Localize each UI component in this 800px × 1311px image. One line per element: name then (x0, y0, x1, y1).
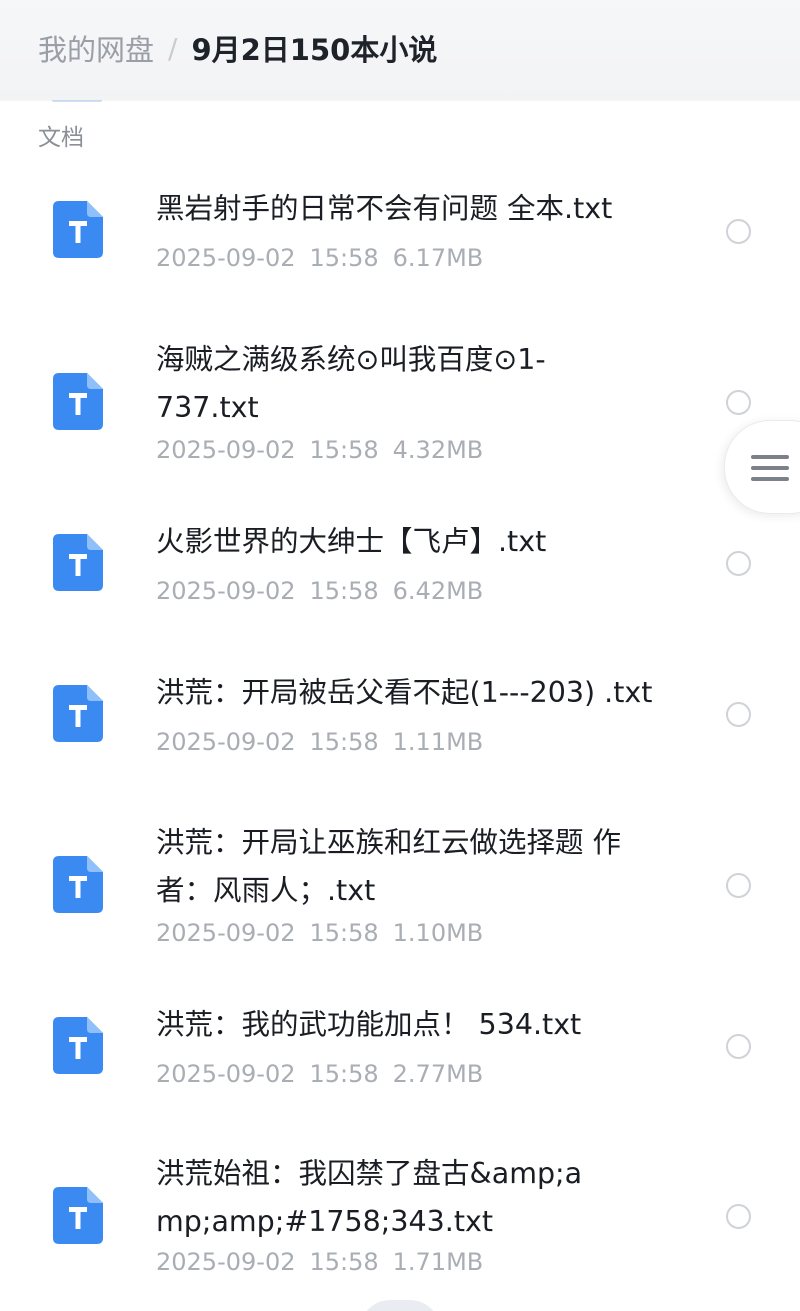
file-time: 15:58 (309, 436, 379, 464)
breadcrumb-separator: / (168, 31, 178, 65)
file-time: 15:58 (309, 1060, 379, 1088)
file-list-screen: 我的网盘 / 9月2日150本小说 文档 黑岩射手的日常不会有问题 全本.txt… (0, 0, 800, 1311)
file-meta: 2025-09-02 15:58 6.17MB (156, 244, 483, 272)
select-radio[interactable] (726, 702, 751, 727)
txt-file-icon (53, 201, 103, 258)
txt-file-icon (53, 534, 103, 591)
breadcrumb: 我的网盘 / 9月2日150本小说 (38, 28, 437, 68)
file-date: 2025-09-02 (156, 577, 296, 605)
file-time: 15:58 (309, 1248, 379, 1276)
file-date: 2025-09-02 (156, 919, 296, 947)
file-date: 2025-09-02 (156, 1248, 296, 1276)
file-time: 15:58 (309, 728, 379, 756)
txt-file-icon (53, 685, 103, 742)
file-size: 1.71MB (392, 1248, 484, 1276)
file-name: 海贼之满级系统⊙叫我百度⊙1-737.txt (156, 343, 546, 424)
select-radio[interactable] (726, 1034, 751, 1059)
file-date: 2025-09-02 (156, 1060, 296, 1088)
select-radio[interactable] (726, 390, 751, 415)
file-meta: 2025-09-02 15:58 4.32MB (156, 436, 483, 464)
menu-icon (751, 455, 789, 459)
file-meta: 2025-09-02 15:58 1.11MB (156, 728, 483, 756)
section-label-documents: 文档 (38, 125, 84, 151)
txt-file-icon (53, 1187, 103, 1244)
file-name: 洪荒：我的武功能加点！ 534.txt (156, 1008, 582, 1041)
file-size: 1.10MB (392, 919, 484, 947)
txt-file-icon (53, 373, 103, 430)
file-date: 2025-09-02 (156, 728, 296, 756)
txt-file-icon (53, 856, 103, 913)
breadcrumb-root[interactable]: 我的网盘 (38, 27, 154, 69)
file-meta: 2025-09-02 15:58 6.42MB (156, 577, 483, 605)
file-name: 火影世界的大绅士【飞卢】.txt (156, 525, 547, 558)
file-date: 2025-09-02 (156, 244, 296, 272)
breadcrumb-current-folder: 9月2日150本小说 (191, 33, 438, 67)
bottom-action-handle[interactable] (360, 1300, 440, 1311)
file-size: 2.77MB (392, 1060, 484, 1088)
select-radio[interactable] (726, 551, 751, 576)
file-name: 洪荒：开局让巫族和红云做选择题 作者：风雨人；.txt (156, 826, 622, 907)
file-meta: 2025-09-02 15:58 2.77MB (156, 1060, 483, 1088)
select-radio[interactable] (726, 1204, 751, 1229)
file-time: 15:58 (309, 577, 379, 605)
file-meta: 2025-09-02 15:58 1.10MB (156, 919, 483, 947)
file-time: 15:58 (309, 244, 379, 272)
select-radio[interactable] (726, 219, 751, 244)
file-name: 黑岩射手的日常不会有问题 全本.txt (156, 192, 613, 225)
file-time: 15:58 (309, 919, 379, 947)
menu-icon-line (751, 466, 789, 470)
file-size: 6.42MB (392, 577, 484, 605)
floating-menu-button[interactable] (724, 420, 800, 514)
txt-file-icon (53, 1017, 103, 1074)
file-size: 6.17MB (392, 244, 484, 272)
file-meta: 2025-09-02 15:58 1.71MB (156, 1248, 483, 1276)
file-size: 1.11MB (392, 728, 484, 756)
top-bar: 我的网盘 / 9月2日150本小说 (0, 0, 800, 100)
file-name: 洪荒始祖：我囚禁了盘古&amp;amp;amp;#1758;343.txt (156, 1157, 583, 1238)
file-name: 洪荒：开局被岳父看不起(1---203) .txt (156, 676, 653, 709)
file-date: 2025-09-02 (156, 436, 296, 464)
select-radio[interactable] (726, 873, 751, 898)
menu-icon-line (751, 477, 789, 481)
file-size: 4.32MB (392, 436, 484, 464)
